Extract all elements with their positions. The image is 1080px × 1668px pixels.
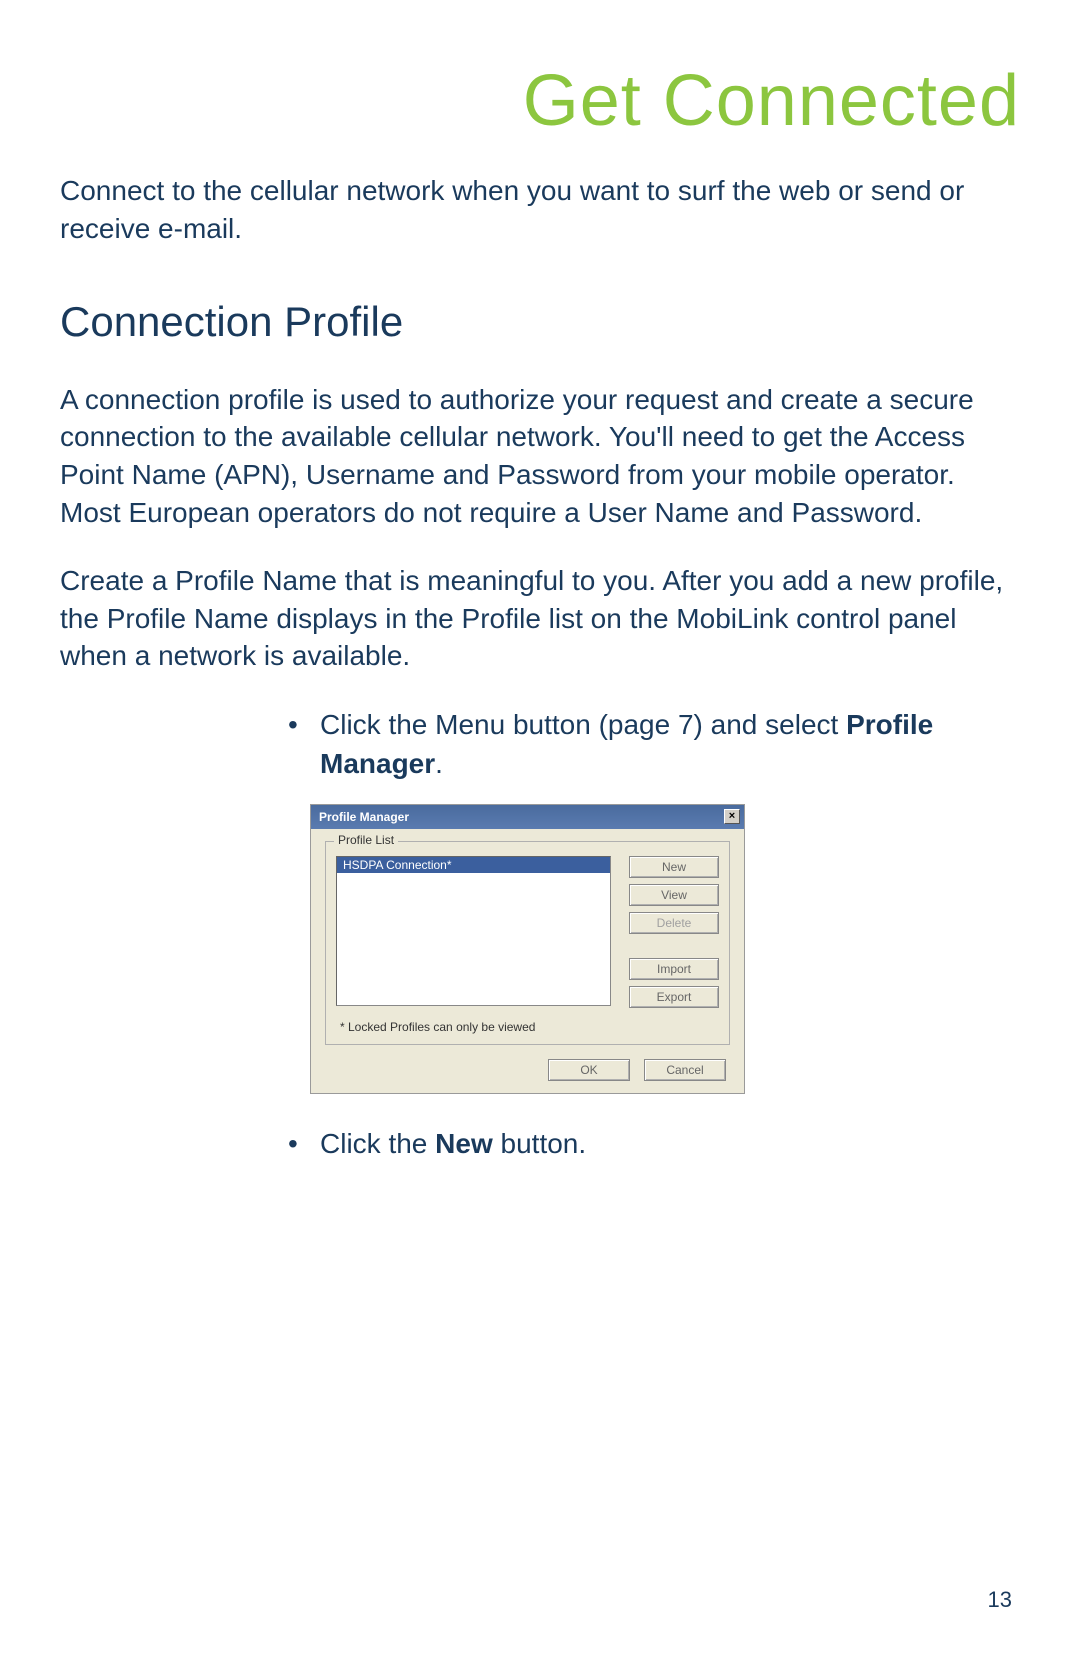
cancel-button[interactable]: Cancel xyxy=(644,1059,726,1081)
profile-list-groupbox: Profile List HSDPA Connection* New View … xyxy=(325,841,730,1045)
dialog-title: Profile Manager xyxy=(319,810,409,824)
close-button[interactable]: × xyxy=(724,809,740,824)
profile-list-item[interactable]: HSDPA Connection* xyxy=(337,857,610,873)
view-button[interactable]: View xyxy=(629,884,719,906)
step2-post: button. xyxy=(493,1128,586,1159)
delete-button[interactable]: Delete xyxy=(629,912,719,934)
profile-manager-dialog: Profile Manager × Profile List HSDPA Con… xyxy=(310,804,745,1094)
locked-profiles-footnote: * Locked Profiles can only be viewed xyxy=(336,1020,719,1034)
page-number: 13 xyxy=(988,1587,1012,1613)
profile-manager-screenshot: Profile Manager × Profile List HSDPA Con… xyxy=(310,804,745,1094)
import-button[interactable]: Import xyxy=(629,958,719,980)
instruction-step-2: Click the New button. xyxy=(280,1124,1020,1163)
paragraph-2: Create a Profile Name that is meaningful… xyxy=(60,562,1020,675)
dialog-titlebar: Profile Manager × xyxy=(311,805,744,829)
intro-paragraph: Connect to the cellular network when you… xyxy=(60,172,1020,248)
dialog-footer: OK Cancel xyxy=(325,1059,730,1083)
page-title: Get Connected xyxy=(60,60,1020,142)
paragraph-1: A connection profile is used to authoriz… xyxy=(60,381,1020,532)
close-icon: × xyxy=(729,811,735,822)
step1-post: . xyxy=(435,748,443,779)
step2-bold: New xyxy=(435,1128,493,1159)
step1-pre: Click the Menu button (page 7) and selec… xyxy=(320,709,846,740)
section-heading: Connection Profile xyxy=(60,298,1020,346)
dialog-body: Profile List HSDPA Connection* New View … xyxy=(311,829,744,1093)
step2-pre: Click the xyxy=(320,1128,435,1159)
button-column: New View Delete Import Export xyxy=(629,856,719,1014)
groupbox-label: Profile List xyxy=(334,833,398,847)
instruction-step-1: Click the Menu button (page 7) and selec… xyxy=(280,705,1020,783)
ok-button[interactable]: OK xyxy=(548,1059,630,1081)
new-button[interactable]: New xyxy=(629,856,719,878)
profile-listbox[interactable]: HSDPA Connection* xyxy=(336,856,611,1006)
export-button[interactable]: Export xyxy=(629,986,719,1008)
